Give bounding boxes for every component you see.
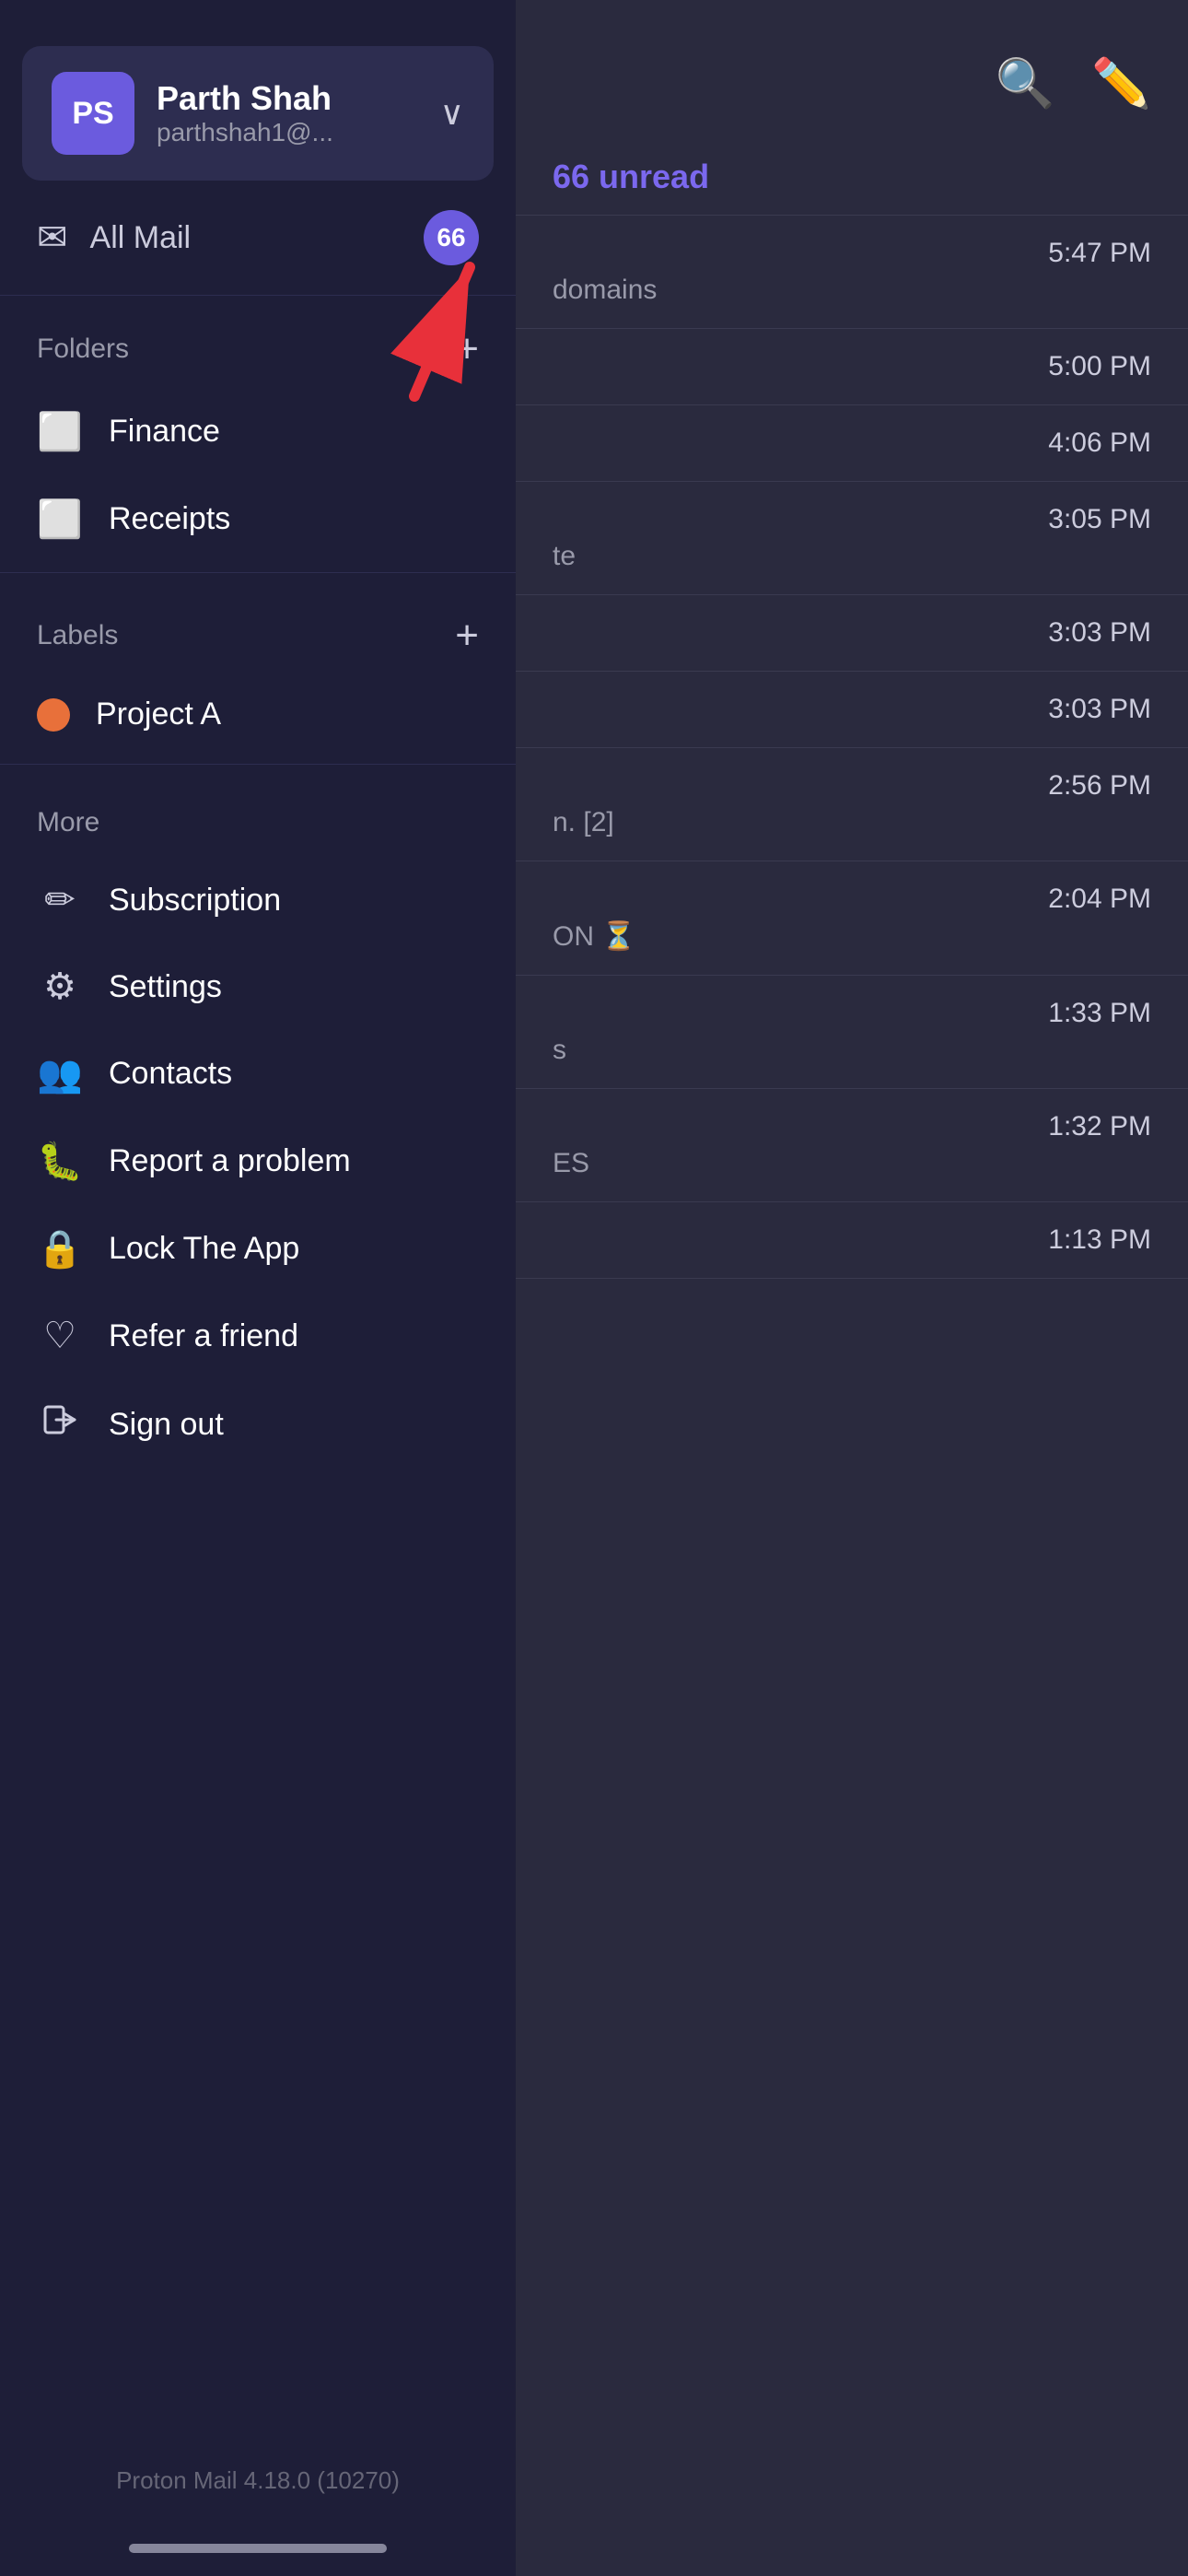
email-time: 3:05 PM [1048,504,1151,535]
email-preview: ES [553,1148,1151,1179]
divider [0,764,516,765]
email-list-panel: 🔍 ✏️ 66 unread 5:47 PM domains 5:00 PM 4… [516,0,1188,2576]
folder-icon: ⬜ [37,498,83,541]
unread-badge: 66 [424,210,479,265]
email-item-8[interactable]: 2:04 PM ON ⏳ [516,861,1188,976]
email-time: 1:13 PM [1048,1224,1151,1256]
divider [0,572,516,573]
email-item-3[interactable]: 4:06 PM [516,405,1188,482]
home-bar [129,2544,387,2553]
email-preview: te [553,541,1151,572]
sidebar-item-sign-out[interactable]: Sign out [0,1379,516,1469]
more-section-header: More [0,774,516,857]
heart-icon: ♡ [37,1315,83,1357]
email-item-6[interactable]: 3:03 PM [516,672,1188,748]
email-item-4[interactable]: 3:05 PM te [516,482,1188,595]
contacts-icon: 👥 [37,1052,83,1095]
email-list: 5:47 PM domains 5:00 PM 4:06 PM 3:05 PM … [516,216,1188,2576]
folders-section-header: Folders + [0,296,516,388]
account-info: Parth Shah parthshah1@... [157,79,418,147]
compose-icon[interactable]: ✏️ [1091,55,1151,111]
lock-icon: 🔒 [37,1227,83,1270]
bug-icon: 🐛 [37,1140,83,1183]
signout-label: Sign out [109,1407,224,1443]
subscription-icon: ✏ [37,879,83,921]
avatar: PS [52,72,134,155]
report-label: Report a problem [109,1143,351,1179]
email-time: 2:56 PM [1048,770,1151,802]
folder-icon: ⬜ [37,410,83,453]
more-label: More [37,807,99,838]
sidebar-item-all-mail[interactable]: ✉ All Mail 66 [0,181,516,296]
labels-label: Labels [37,620,118,651]
account-header[interactable]: PS Parth Shah parthshah1@... ∨ [22,46,494,181]
unread-count: 66 unread [516,139,1188,216]
account-name: Parth Shah [157,79,418,118]
contacts-label: Contacts [109,1056,232,1092]
settings-icon: ⚙ [37,966,83,1008]
lock-label: Lock The App [109,1231,299,1267]
sidebar-item-finance[interactable]: ⬜ Finance [0,388,516,475]
labels-section-header: Labels + [0,582,516,674]
sidebar-item-subscription[interactable]: ✏ Subscription [0,857,516,943]
search-icon[interactable]: 🔍 [996,55,1055,111]
all-mail-label: All Mail [90,220,402,256]
subscription-label: Subscription [109,883,281,919]
version-info: Proton Mail 4.18.0 (10270) [0,2441,516,2521]
folder-label: Receipts [109,501,230,537]
sidebar-drawer: PS Parth Shah parthshah1@... ∨ ✉ All Mai… [0,0,516,2576]
email-time: 2:04 PM [1048,884,1151,915]
sidebar-item-receipts[interactable]: ⬜ Receipts [0,475,516,563]
folders-label: Folders [37,334,129,365]
email-preview: s [553,1035,1151,1066]
email-time: 5:00 PM [1048,351,1151,382]
settings-label: Settings [109,969,222,1005]
email-item-10[interactable]: 1:32 PM ES [516,1089,1188,1202]
email-item-5[interactable]: 3:03 PM [516,595,1188,672]
email-preview: n. [2] [553,807,1151,838]
email-item-11[interactable]: 1:13 PM [516,1202,1188,1279]
email-time: 1:33 PM [1048,998,1151,1029]
label-color-dot [37,698,70,732]
label-name: Project A [96,697,221,732]
chevron-down-icon: ∨ [440,94,464,133]
email-preview: ON ⏳ [553,920,1151,953]
sidebar-item-settings[interactable]: ⚙ Settings [0,943,516,1030]
email-time: 5:47 PM [1048,238,1151,269]
sidebar-item-refer-friend[interactable]: ♡ Refer a friend [0,1293,516,1379]
email-time: 1:32 PM [1048,1111,1151,1142]
home-indicator [0,2521,516,2576]
email-preview: domains [553,275,1151,306]
sidebar-item-project-a[interactable]: Project A [0,674,516,755]
folder-label: Finance [109,414,220,450]
email-item-7[interactable]: 2:56 PM n. [2] [516,748,1188,861]
add-label-button[interactable]: + [455,615,479,656]
email-time: 3:03 PM [1048,617,1151,649]
email-time: 4:06 PM [1048,427,1151,459]
email-time: 3:03 PM [1048,694,1151,725]
sidebar-item-report-problem[interactable]: 🐛 Report a problem [0,1118,516,1205]
email-item-9[interactable]: 1:33 PM s [516,976,1188,1089]
refer-label: Refer a friend [109,1318,298,1354]
right-header: 🔍 ✏️ [516,0,1188,139]
mail-icon: ✉ [37,217,68,259]
account-email: parthshah1@... [157,118,418,147]
sidebar-item-contacts[interactable]: 👥 Contacts [0,1030,516,1118]
sidebar-item-lock-app[interactable]: 🔒 Lock The App [0,1205,516,1293]
email-item-1[interactable]: 5:47 PM domains [516,216,1188,329]
signout-icon [37,1401,83,1447]
email-item-2[interactable]: 5:00 PM [516,329,1188,405]
add-folder-button[interactable]: + [455,329,479,369]
